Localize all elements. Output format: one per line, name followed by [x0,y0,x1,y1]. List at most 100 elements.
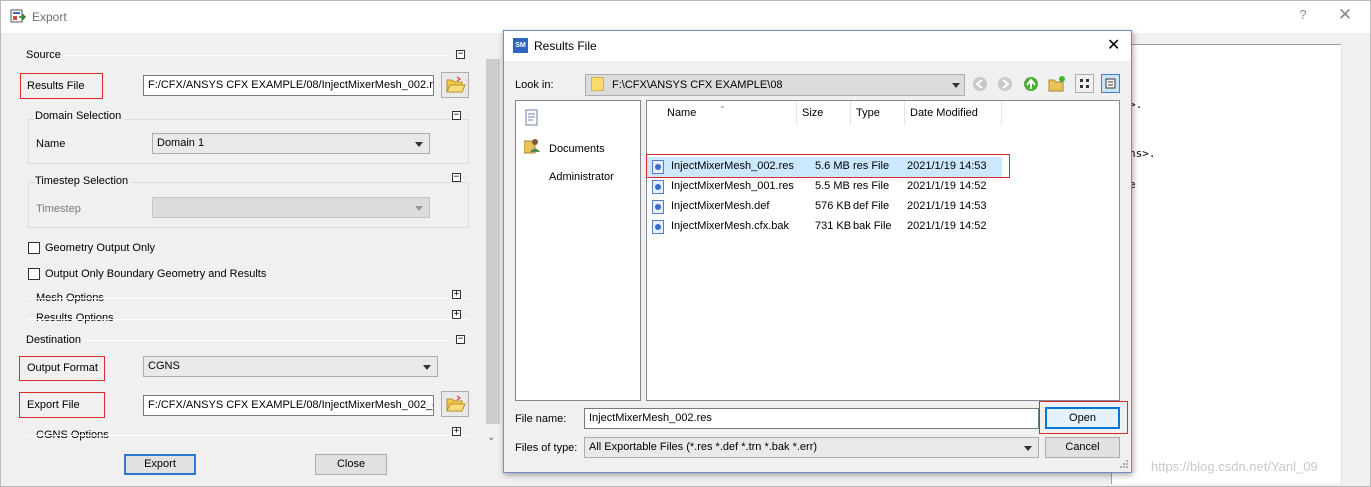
file-date: 2021/1/19 14:52 [907,220,987,232]
forward-icon[interactable] [997,76,1013,92]
text-area-scrollbar[interactable] [1341,44,1359,484]
column-header-type[interactable]: Type [851,101,905,125]
domain-name-label: Name [36,138,66,150]
file-name: InjectMixerMesh_001.res [671,180,794,192]
file-icon [652,200,664,214]
source-divider [65,55,449,56]
documents-icon [525,109,538,126]
geometry-output-only-label: Geometry Output Only [45,242,156,254]
cgns-options-divider [28,435,468,436]
file-size: 576 KB [815,200,852,212]
cancel-button[interactable]: Cancel [1045,437,1120,458]
results-options-heading[interactable]: Results Options [36,312,114,324]
place-administrator[interactable]: Administrator [549,171,614,183]
export-file-label: Export File [27,399,80,411]
results-dialog-title: Results File [534,39,597,53]
export-button[interactable]: Export [124,454,196,475]
chevron-down-icon [423,365,431,370]
file-date: 2021/1/19 14:52 [907,180,987,192]
file-name-input[interactable]: InjectMixerMesh_002.res [584,408,1039,429]
file-row[interactable]: InjectMixerMesh_001.res 5.5 MB res File … [647,177,1002,197]
file-size: 5.5 MB [815,180,850,192]
left-panel-scroll-thumb[interactable] [486,59,500,424]
open-folder-icon [446,395,466,412]
results-file-input[interactable]: F:/CFX/ANSYS CFX EXAMPLE/08/InjectMixerM… [143,75,434,96]
geometry-output-only-checkbox[interactable] [28,242,40,254]
files-of-type-value: All Exportable Files (*.res *.def *.trn … [589,441,818,453]
open-folder-icon [446,76,466,93]
export-file-browse-button[interactable] [441,391,469,417]
export-app-icon [10,9,26,23]
file-date: 2021/1/19 14:53 [907,200,987,212]
file-name: InjectMixerMesh.def [671,200,770,212]
mesh-options-divider [28,298,468,299]
file-list: Name ⌄ Size Type Date Modified InjectMix… [646,100,1120,401]
output-format-label: Output Format [27,362,98,374]
file-row[interactable]: InjectMixerMesh.cfx.bak 731 KB bak File … [647,217,1002,237]
places-sidebar: Documents Administrator [515,100,641,401]
folder-icon [591,77,604,91]
files-of-type-label: Files of type: [515,442,578,454]
help-button[interactable]: ? [1294,7,1312,22]
output-text-area[interactable] [1111,44,1341,484]
place-documents[interactable]: Documents [549,143,605,155]
destination-heading: Destination [26,334,82,346]
output-format-select[interactable]: CGNS [143,356,438,377]
selected-file-highlight [646,154,1010,178]
results-file-dialog: SM Results File ✕ Look in: F:\CFX\ANSYS … [503,30,1132,473]
list-view-button[interactable] [1075,74,1094,93]
destination-collapse-icon[interactable]: − [456,335,465,344]
output-format-value: CGNS [148,360,180,372]
look-in-label: Look in: [515,79,554,91]
window-close-button[interactable]: ✕ [1334,5,1356,25]
resize-grip-icon[interactable] [1119,459,1129,469]
export-titlebar: Export ? ✕ [1,1,1370,33]
export-window-title: Export [32,10,67,24]
sort-indicator-icon: ⌄ [719,101,726,110]
output-only-boundary-checkbox[interactable] [28,268,40,280]
user-icon [524,139,540,154]
text-fragment-2: ns>. [1129,147,1156,160]
chevron-down-icon [1024,446,1032,451]
domain-name-select[interactable]: Domain 1 [152,133,430,154]
file-name: InjectMixerMesh.cfx.bak [671,220,789,232]
results-dialog-close-button[interactable]: ✕ [1107,35,1120,55]
export-file-input[interactable]: F:/CFX/ANSYS CFX EXAMPLE/08/InjectMixerM… [143,395,434,416]
detail-view-button[interactable] [1101,74,1120,93]
results-file-label: Results File [27,80,85,92]
back-icon[interactable] [972,76,988,92]
output-only-boundary-label: Output Only Boundary Geometry and Result… [45,268,267,280]
chevron-down-icon [952,83,960,88]
scroll-down-icon[interactable]: ⌄ [487,432,495,443]
sm-app-icon: SM [513,38,528,53]
watermark: https://blog.csdn.net/Yanl_09 [1151,459,1318,474]
timestep-selection-collapse-icon[interactable]: − [452,173,461,182]
file-size: 731 KB [815,220,852,232]
file-type: bak File [853,220,892,232]
column-header-size[interactable]: Size [797,101,851,125]
file-type: def File [853,200,890,212]
domain-selection-heading: Domain Selection [35,110,125,122]
new-folder-icon[interactable] [1048,75,1066,93]
detail-view-icon [1105,78,1116,89]
look-in-select[interactable]: F:\CFX\ANSYS CFX EXAMPLE\08 [585,74,965,96]
column-header-date-modified[interactable]: Date Modified [905,101,1002,125]
domain-selection-collapse-icon[interactable]: − [452,111,461,120]
file-icon [652,180,664,194]
timestep-selection-heading: Timestep Selection [35,175,132,187]
source-collapse-icon[interactable]: − [456,50,465,59]
close-button[interactable]: Close [315,454,387,475]
domain-name-value: Domain 1 [157,137,205,149]
up-folder-icon[interactable] [1023,76,1039,92]
timestep-select[interactable] [152,197,430,218]
results-options-divider [28,319,468,320]
cgns-options-expand-icon[interactable]: + [452,427,461,436]
file-row[interactable]: InjectMixerMesh.def 576 KB def File 2021… [647,197,1002,217]
mesh-options-expand-icon[interactable]: + [452,290,461,299]
results-file-browse-button[interactable] [441,72,469,98]
files-of-type-select[interactable]: All Exportable Files (*.res *.def *.trn … [584,437,1039,458]
chevron-down-icon [415,142,423,147]
open-button-highlight [1039,401,1128,434]
file-icon [652,220,664,234]
results-options-expand-icon[interactable]: + [452,310,461,319]
